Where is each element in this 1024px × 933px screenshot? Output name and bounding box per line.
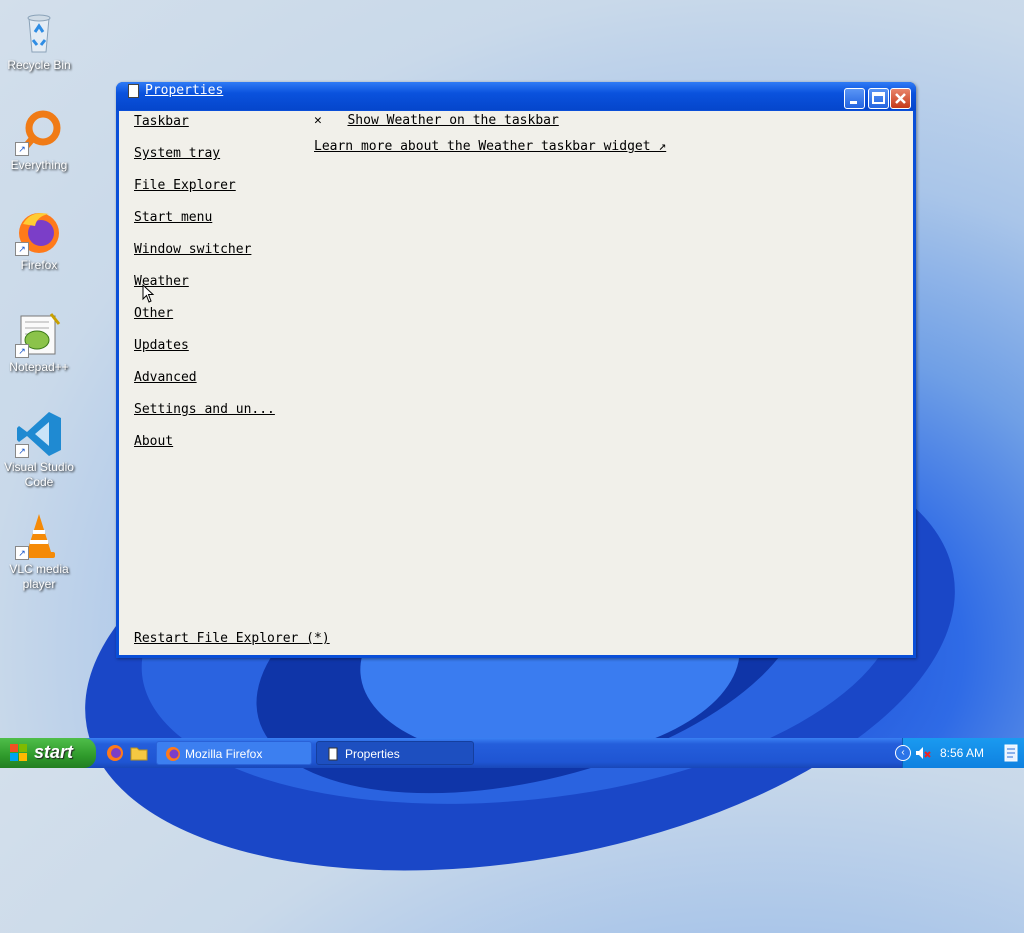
shortcut-arrow-icon: ↗ <box>15 444 29 458</box>
nav-item-advanced[interactable]: Advanced <box>134 370 197 385</box>
desktop-icon-label: Notepad++ <box>9 360 69 374</box>
desktop-icon-everything[interactable]: ↗ Everything <box>2 108 76 173</box>
taskbar: start Mozilla Firefox Properties ‹ 8:56 … <box>0 738 1024 768</box>
taskbar-button-firefox[interactable]: Mozilla Firefox <box>156 741 312 765</box>
nav-item-taskbar[interactable]: Taskbar <box>134 114 189 129</box>
mouse-cursor-icon <box>142 284 155 303</box>
notification-center-icon[interactable] <box>1003 744 1019 762</box>
nav-item-other[interactable]: Other <box>134 306 173 321</box>
start-label: start <box>34 742 74 762</box>
minimize-icon <box>850 101 857 104</box>
desktop-icon-label: Visual Studio Code <box>4 460 74 489</box>
tray-clock[interactable]: 8:56 AM <box>940 746 984 760</box>
properties-window: Properties Taskbar System tray File Expl… <box>116 82 916 658</box>
window-title: Properties <box>145 83 224 98</box>
vlc-cone-icon: ↗ <box>15 512 63 560</box>
taskbar-button-properties[interactable]: Properties <box>316 741 474 765</box>
nav-item-system-tray[interactable]: System tray <box>134 146 220 161</box>
shortcut-arrow-icon: ↗ <box>15 344 29 358</box>
notepad-plus-plus-icon: ↗ <box>15 310 63 358</box>
nav-item-about[interactable]: About <box>134 434 173 449</box>
close-button[interactable] <box>890 88 911 109</box>
properties-window-icon <box>328 747 338 761</box>
desktop-icon-firefox[interactable]: ↗ Firefox <box>2 208 76 273</box>
firefox-icon <box>166 747 180 761</box>
shortcut-arrow-icon: ↗ <box>15 242 29 256</box>
properties-window-icon <box>128 84 139 98</box>
volume-muted-icon[interactable] <box>915 745 931 761</box>
desktop-icon-vscode[interactable]: ↗ Visual Studio Code <box>2 410 76 490</box>
firefox-icon: ↗ <box>15 208 63 256</box>
desktop-icon-label: Firefox <box>20 258 58 272</box>
vscode-icon: ↗ <box>15 410 63 458</box>
recycle-bin-icon <box>15 8 63 56</box>
shortcut-arrow-icon: ↗ <box>15 142 29 156</box>
desktop-icon-label: Recycle Bin <box>7 58 71 72</box>
start-button[interactable]: start <box>0 738 96 768</box>
system-tray: ‹ 8:56 AM <box>895 738 1024 768</box>
nav-item-settings[interactable]: Settings and un... <box>134 402 275 417</box>
nav-item-file-explorer[interactable]: File Explorer <box>134 178 236 193</box>
quicklaunch-folder-icon[interactable] <box>130 744 148 762</box>
desktop-icon-label: Everything <box>10 158 68 172</box>
desktop-icon-label: VLC media player <box>9 562 69 591</box>
checkbox-label: Show Weather on the taskbar <box>347 113 559 128</box>
restart-file-explorer-link[interactable]: Restart File Explorer (*) <box>134 631 330 646</box>
maximize-button[interactable] <box>868 88 889 109</box>
nav-item-updates[interactable]: Updates <box>134 338 189 353</box>
tray-expand-chevron-icon[interactable]: ‹ <box>895 745 911 761</box>
close-icon <box>895 93 906 104</box>
windows-logo-icon <box>10 744 27 761</box>
checkbox-mark-icon: ✕ <box>314 113 322 128</box>
learn-more-link[interactable]: Learn more about the Weather taskbar wid… <box>314 139 666 154</box>
window-client-area: Taskbar System tray File Explorer Start … <box>119 111 913 655</box>
search-magnifier-icon: ↗ <box>15 108 63 156</box>
taskbar-button-label: Properties <box>345 747 400 761</box>
minimize-button[interactable] <box>844 88 865 109</box>
desktop-icon-notepad-plus-plus[interactable]: ↗ Notepad++ <box>2 310 76 375</box>
desktop-icon-recycle-bin[interactable]: Recycle Bin <box>2 8 76 73</box>
desktop-icon-vlc[interactable]: ↗ VLC media player <box>2 512 76 592</box>
window-titlebar[interactable]: Properties <box>116 82 916 110</box>
maximize-icon <box>872 92 885 104</box>
nav-item-start-menu[interactable]: Start menu <box>134 210 212 225</box>
taskbar-button-label: Mozilla Firefox <box>185 747 263 761</box>
nav-item-window-switcher[interactable]: Window switcher <box>134 242 251 257</box>
quicklaunch-firefox-icon[interactable] <box>106 744 124 762</box>
show-weather-checkbox[interactable]: ✕ Show Weather on the taskbar <box>314 113 559 128</box>
shortcut-arrow-icon: ↗ <box>15 546 29 560</box>
